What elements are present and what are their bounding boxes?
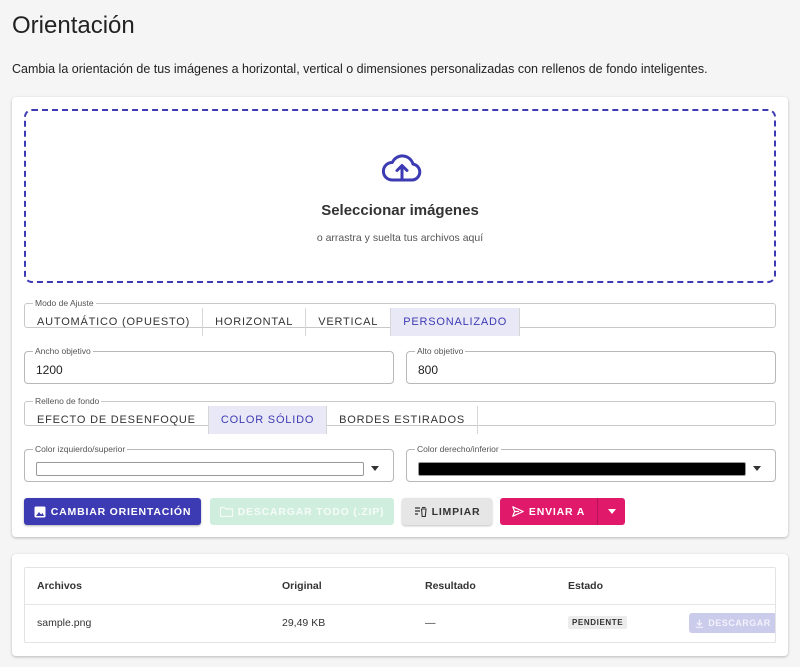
dropzone-subtitle: o arrastra y suelta tus archivos aquí bbox=[316, 232, 484, 244]
send-icon bbox=[512, 506, 524, 517]
download-icon bbox=[696, 619, 704, 628]
file-original-size: 29,49 KB bbox=[282, 617, 326, 629]
page-description: Cambia la orientación de tus imágenes a … bbox=[12, 62, 708, 76]
background-fill-label: Relleno de fondo bbox=[35, 396, 100, 406]
header-status: Estado bbox=[568, 580, 604, 592]
change-orientation-label: CAMBIAR ORIENTACIÓN bbox=[50, 505, 192, 518]
image-dropzone[interactable]: Seleccionar imágenes o arrastra y suelta… bbox=[24, 109, 776, 283]
dropzone-title: Seleccionar imágenes bbox=[321, 202, 479, 219]
target-width-label: Ancho objetivo bbox=[35, 346, 91, 356]
page-title: Orientación bbox=[12, 12, 135, 39]
target-height-label: Alto objetivo bbox=[417, 346, 464, 356]
right-color-label: Color derecho/inferior bbox=[417, 444, 499, 454]
fit-mode-horizontal[interactable]: HORIZONTAL bbox=[203, 308, 307, 336]
file-result: — bbox=[425, 617, 436, 629]
fill-stretched-edges[interactable]: BORDES ESTIRADOS bbox=[327, 406, 479, 434]
send-to-dropdown-button[interactable] bbox=[597, 498, 625, 525]
right-color-dropdown-icon[interactable] bbox=[753, 466, 761, 471]
table-row: sample.png 29,49 KB — PENDIENTE DESCARGA… bbox=[25, 605, 775, 642]
chevron-down-icon bbox=[607, 509, 616, 514]
clear-button[interactable]: LIMPIAR bbox=[402, 498, 492, 525]
fit-mode-vertical[interactable]: VERTICAL bbox=[306, 308, 392, 336]
download-file-button[interactable]: DESCARGAR bbox=[689, 613, 775, 633]
background-fill-group: Relleno de fondo EFECTO DE DESENFOQUE CO… bbox=[24, 396, 776, 434]
left-color-field: Color izquierdo/superior bbox=[24, 444, 394, 482]
header-files: Archivos bbox=[37, 580, 82, 592]
left-color-dropdown-icon[interactable] bbox=[371, 466, 379, 471]
file-name: sample.png bbox=[37, 617, 92, 629]
table-header: Archivos Original Resultado Estado bbox=[25, 568, 775, 605]
files-panel: Archivos Original Resultado Estado sampl… bbox=[12, 554, 788, 656]
clear-list-icon bbox=[414, 506, 427, 517]
fit-mode-group: Modo de Ajuste AUTOMÁTICO (OPUESTO) HORI… bbox=[24, 298, 776, 336]
download-all-zip-button[interactable]: DESCARGAR TODO (.ZIP) bbox=[210, 498, 394, 525]
header-original: Original bbox=[282, 580, 322, 592]
folder-zip-icon bbox=[219, 506, 233, 517]
status-badge: PENDIENTE bbox=[568, 616, 628, 629]
files-table: Archivos Original Resultado Estado sampl… bbox=[24, 567, 776, 643]
image-icon bbox=[34, 506, 46, 517]
target-height-field: Alto objetivo bbox=[406, 346, 776, 384]
download-all-zip-label: DESCARGAR TODO (.ZIP) bbox=[237, 505, 385, 518]
right-color-swatch[interactable] bbox=[418, 462, 746, 476]
header-result: Resultado bbox=[425, 580, 476, 592]
fill-blur[interactable]: EFECTO DE DESENFOQUE bbox=[25, 406, 209, 434]
change-orientation-button[interactable]: CAMBIAR ORIENTACIÓN bbox=[24, 498, 201, 525]
fit-mode-auto[interactable]: AUTOMÁTICO (OPUESTO) bbox=[25, 308, 204, 336]
download-file-label: DESCARGAR bbox=[708, 618, 771, 628]
send-to-label: ENVIAR A bbox=[528, 505, 586, 518]
cloud-upload-icon bbox=[381, 154, 422, 182]
target-width-field: Ancho objetivo bbox=[24, 346, 394, 384]
target-height-input[interactable] bbox=[418, 363, 748, 377]
target-width-input[interactable] bbox=[36, 363, 366, 377]
orientation-panel: Seleccionar imágenes o arrastra y suelta… bbox=[12, 97, 788, 537]
fit-mode-label: Modo de Ajuste bbox=[35, 298, 94, 308]
left-color-label: Color izquierdo/superior bbox=[35, 444, 126, 454]
clear-label: LIMPIAR bbox=[431, 505, 481, 518]
fill-solid-color[interactable]: COLOR SÓLIDO bbox=[208, 406, 328, 434]
send-to-button[interactable]: ENVIAR A bbox=[500, 498, 597, 525]
left-color-swatch[interactable] bbox=[36, 462, 364, 476]
right-color-field: Color derecho/inferior bbox=[406, 444, 776, 482]
fit-mode-custom[interactable]: PERSONALIZADO bbox=[391, 308, 521, 336]
